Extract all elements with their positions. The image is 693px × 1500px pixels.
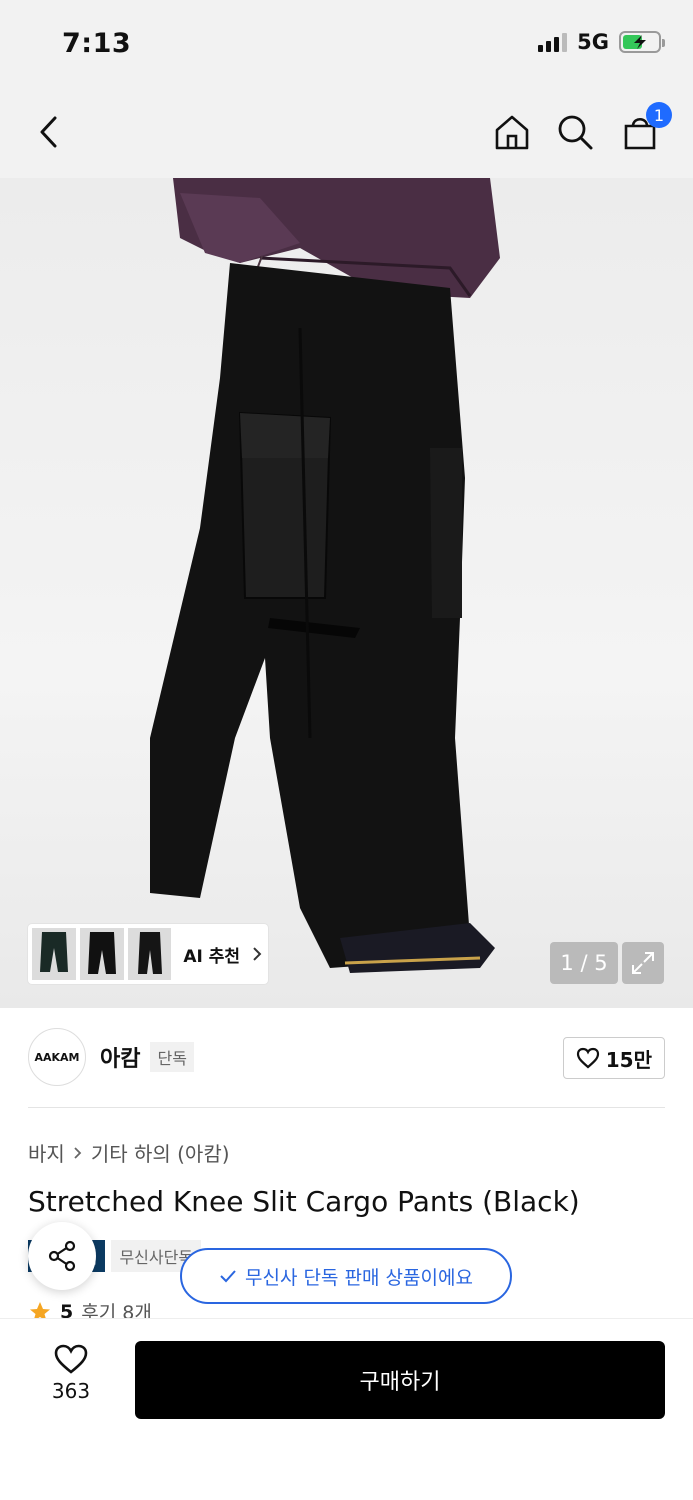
cart-icon[interactable]: 1	[616, 102, 672, 156]
thumbnail-image[interactable]	[32, 928, 76, 980]
heart-icon	[576, 1047, 599, 1069]
check-icon	[220, 1270, 236, 1283]
divider	[28, 1107, 665, 1108]
product-title: Stretched Knee Slit Cargo Pants (Black)	[28, 1185, 580, 1218]
chevron-right-icon	[253, 947, 262, 961]
image-counter: 1 / 5	[550, 942, 618, 984]
heart-icon	[54, 1344, 88, 1374]
cart-badge: 1	[646, 102, 672, 128]
nav-bar: 1	[0, 90, 693, 178]
exclusive-tag: 단독	[150, 1042, 194, 1072]
thumbnail-image[interactable]	[79, 928, 124, 980]
product-image-carousel[interactable]: AI 추천 1 / 5	[0, 178, 693, 1008]
brand-like-button[interactable]: 15만	[562, 1037, 665, 1079]
thumbnail-image[interactable]	[127, 928, 172, 980]
status-bar: 7:13 5G	[0, 0, 693, 90]
share-button[interactable]	[28, 1222, 96, 1290]
brand-like-count: 15만	[605, 1047, 652, 1072]
exclusive-toast: 무신사 단독 판매 상품이에요	[180, 1248, 512, 1304]
back-icon[interactable]	[26, 108, 74, 156]
brand-name[interactable]: 아캄	[100, 1041, 140, 1073]
search-icon[interactable]	[551, 108, 599, 156]
brand-logo[interactable]: AAKAM	[28, 1028, 86, 1086]
breadcrumb-category[interactable]: 바지	[28, 1138, 65, 1167]
signal-icon	[538, 32, 568, 52]
breadcrumb: 바지 기타 하의 (아캄)	[28, 1138, 230, 1167]
expand-icon[interactable]	[622, 942, 664, 984]
bottom-action-bar: 363 구매하기	[0, 1318, 693, 1500]
product-photo	[150, 178, 500, 978]
ai-recommend-label: AI 추천	[183, 946, 241, 967]
toast-text: 무신사 단독 판매 상품이에요	[245, 1266, 473, 1289]
wishlist-count: 363	[51, 1379, 91, 1403]
chevron-right-icon	[74, 1146, 82, 1159]
status-indicators: 5G	[538, 30, 665, 54]
breadcrumb-subcategory[interactable]: 기타 하의 (아캄)	[91, 1138, 230, 1167]
share-icon	[48, 1240, 76, 1272]
ai-recommend-strip[interactable]: AI 추천	[28, 924, 268, 984]
brand-row[interactable]: AAKAM 아캄 단독 15만	[28, 1028, 665, 1086]
network-label: 5G	[577, 30, 609, 54]
status-time: 7:13	[62, 28, 132, 59]
buy-button[interactable]: 구매하기	[135, 1341, 665, 1419]
home-icon[interactable]	[488, 108, 536, 156]
wishlist-button[interactable]: 363	[36, 1343, 106, 1403]
battery-icon	[619, 31, 665, 53]
